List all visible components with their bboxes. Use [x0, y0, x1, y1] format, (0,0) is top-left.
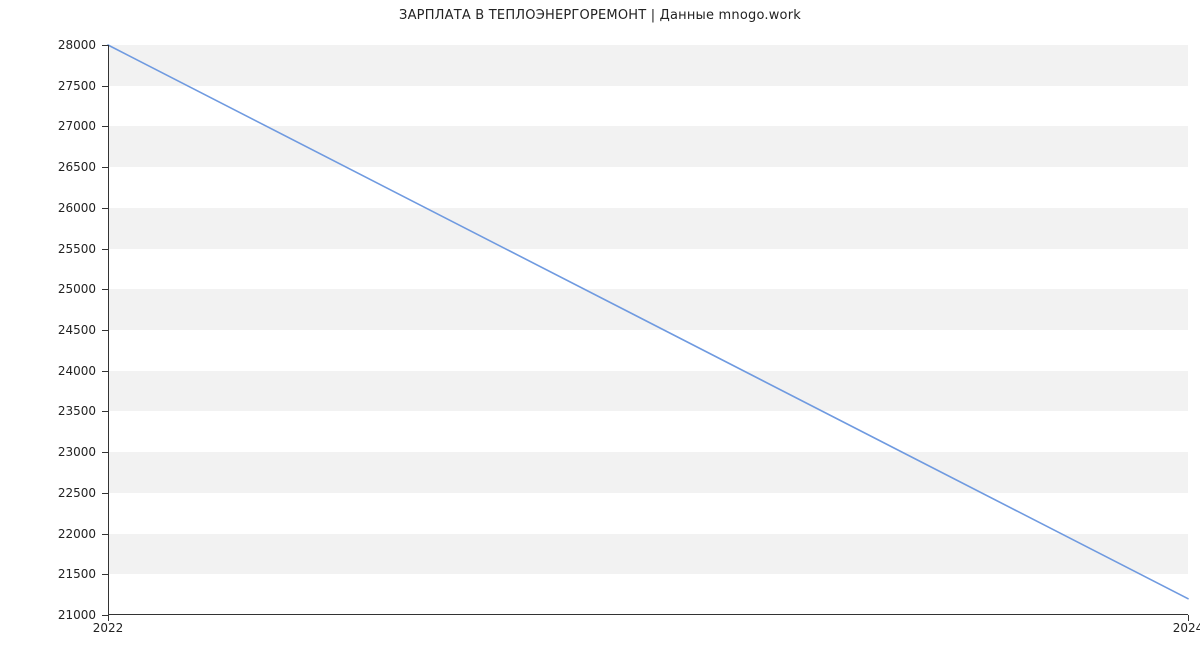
x-tick-label: 2024: [1173, 621, 1200, 635]
y-tick: [102, 126, 108, 127]
y-tick-label: 23500: [58, 404, 96, 418]
y-tick-label: 25000: [58, 282, 96, 296]
line-layer: [108, 45, 1188, 615]
y-tick-label: 21500: [58, 567, 96, 581]
plot-area: 2100021500220002250023000235002400024500…: [108, 45, 1188, 615]
y-tick-label: 23000: [58, 445, 96, 459]
y-tick-label: 28000: [58, 38, 96, 52]
y-tick-label: 24500: [58, 323, 96, 337]
y-tick: [102, 167, 108, 168]
y-tick-label: 22500: [58, 486, 96, 500]
y-tick-label: 22000: [58, 527, 96, 541]
y-tick: [102, 574, 108, 575]
y-tick: [102, 86, 108, 87]
y-tick-label: 26500: [58, 160, 96, 174]
y-tick: [102, 493, 108, 494]
salary-chart: ЗАРПЛАТА В ТЕПЛОЭНЕРГОРЕМОНТ | Данные mn…: [0, 0, 1200, 650]
y-axis: [108, 45, 109, 615]
y-tick-label: 27000: [58, 119, 96, 133]
series-line: [108, 45, 1188, 599]
x-axis: [108, 614, 1188, 615]
y-tick: [102, 452, 108, 453]
y-tick: [102, 534, 108, 535]
y-tick-label: 26000: [58, 201, 96, 215]
x-tick-label: 2022: [93, 621, 124, 635]
chart-title: ЗАРПЛАТА В ТЕПЛОЭНЕРГОРЕМОНТ | Данные mn…: [0, 8, 1200, 23]
y-tick: [102, 289, 108, 290]
y-tick-label: 24000: [58, 364, 96, 378]
y-tick: [102, 411, 108, 412]
y-tick: [102, 371, 108, 372]
y-tick: [102, 45, 108, 46]
y-tick-label: 21000: [58, 608, 96, 622]
y-tick: [102, 249, 108, 250]
y-tick-label: 27500: [58, 79, 96, 93]
y-tick: [102, 330, 108, 331]
y-tick: [102, 208, 108, 209]
y-tick-label: 25500: [58, 242, 96, 256]
